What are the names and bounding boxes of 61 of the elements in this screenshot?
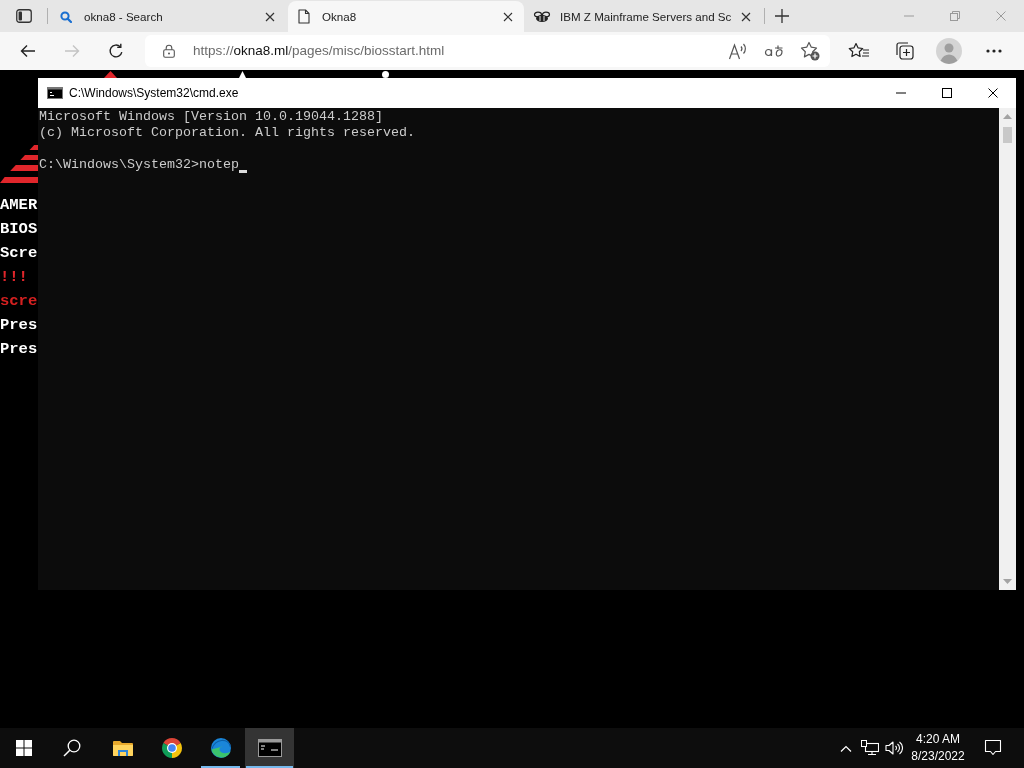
bee-icon <box>533 10 551 23</box>
refresh-icon <box>108 43 124 59</box>
bios-message: !!! <box>0 267 28 288</box>
notification-icon <box>984 739 1002 757</box>
text-cursor-icon <box>238 170 247 173</box>
back-arrow-icon <box>20 44 36 58</box>
restore-icon <box>950 11 960 21</box>
logo-stripes-icon <box>0 143 38 183</box>
favorites-icon <box>848 42 870 60</box>
chrome-icon <box>160 737 183 759</box>
folder-icon <box>111 739 134 757</box>
clock-date: 8/23/2022 <box>911 748 965 765</box>
scrollbar-thumb[interactable] <box>1003 127 1012 143</box>
forward-arrow-icon <box>64 44 80 58</box>
network-icon <box>861 740 879 756</box>
windows-logo-icon <box>16 740 32 756</box>
more-icon <box>986 49 1002 53</box>
close-icon <box>265 11 275 22</box>
clock-time: 4:20 AM <box>916 731 960 748</box>
close-icon <box>741 11 751 22</box>
bios-message: scre <box>0 291 38 312</box>
scrollbar[interactable] <box>999 108 1016 590</box>
translate-icon <box>764 43 784 59</box>
browser-tab[interactable]: okna8 - Search <box>50 1 286 32</box>
taskbar-app-button[interactable] <box>245 728 294 768</box>
maximize-icon <box>942 88 952 98</box>
close-icon <box>503 11 513 22</box>
console-icon <box>257 739 282 757</box>
edge-icon <box>209 737 232 759</box>
bios-message: Pres <box>0 315 38 336</box>
bios-message: AMER <box>0 195 38 216</box>
window-title: C:\Windows\System32\cmd.exe <box>69 85 239 102</box>
triangle-icon <box>104 71 117 78</box>
close-icon <box>988 88 998 98</box>
search-icon <box>63 739 81 757</box>
page-icon <box>298 9 310 24</box>
console-output-line: (c) Microsoft Corporation. All rights reserved. <box>39 125 416 141</box>
chevron-up-icon <box>840 744 852 752</box>
volume-icon <box>885 740 903 756</box>
profile-avatar-icon <box>936 38 962 64</box>
lock-icon <box>163 44 175 58</box>
bios-message: BIOS <box>0 219 38 240</box>
bios-message: Pres <box>0 339 38 360</box>
collections-icon <box>894 41 914 61</box>
browser-tab[interactable]: IBM Z Mainframe Servers and Sc <box>526 1 762 32</box>
plus-icon <box>774 8 790 24</box>
close-icon <box>996 11 1006 21</box>
read-aloud-icon <box>728 42 748 60</box>
browser-tab[interactable]: Okna8 <box>288 1 524 32</box>
search-icon <box>60 10 72 23</box>
scroll-down-icon <box>1003 579 1012 584</box>
console-icon <box>47 87 63 99</box>
console-prompt: C:\Windows\System32>notep <box>39 157 239 173</box>
minimize-icon <box>904 15 914 17</box>
add-favorite-icon <box>800 41 820 61</box>
tab-actions-icon <box>16 9 32 23</box>
console-output-line: Microsoft Windows [Version 10.0.19044.1288] <box>39 109 384 125</box>
address-field[interactable]: https://okna8.ml/pages/misc/biosstart.html <box>145 35 830 67</box>
bios-message: Scre <box>0 243 38 264</box>
scroll-up-icon <box>1003 114 1012 119</box>
minimize-icon <box>896 92 906 94</box>
